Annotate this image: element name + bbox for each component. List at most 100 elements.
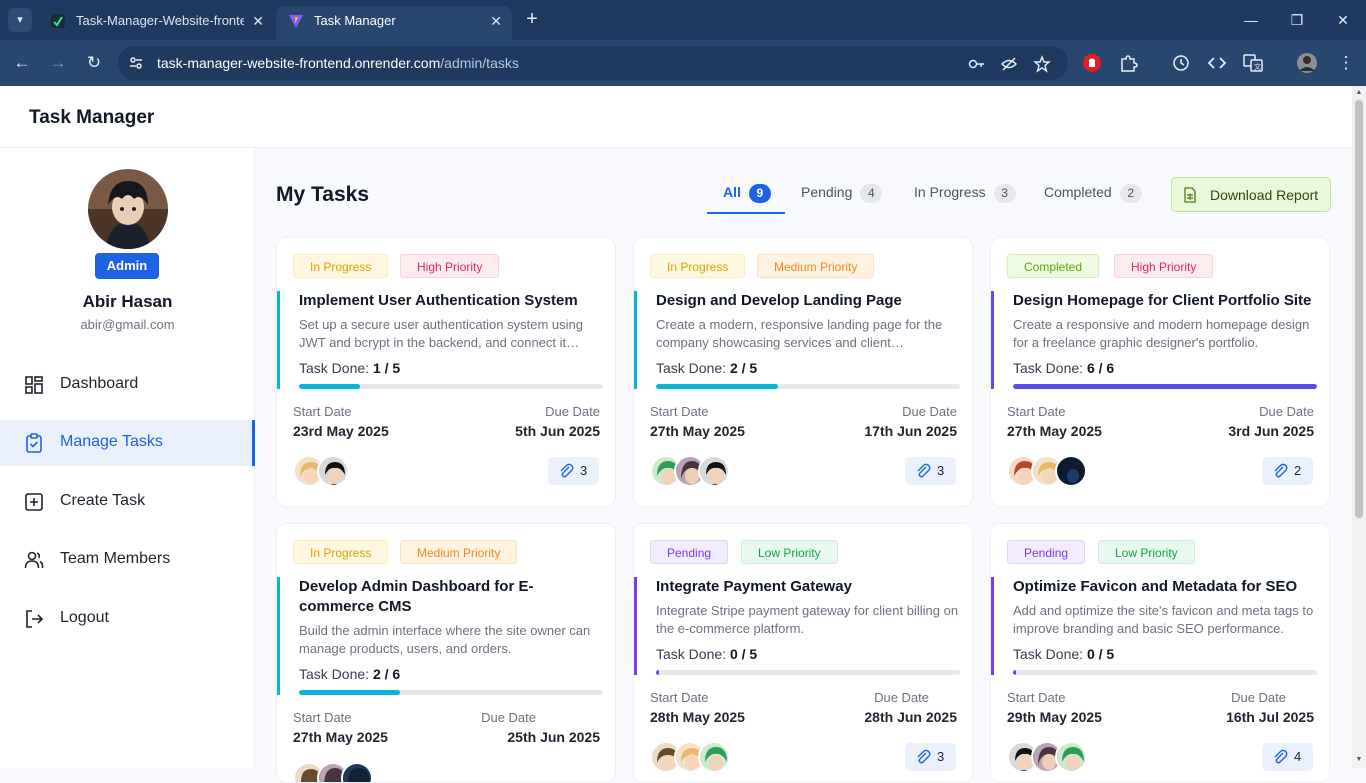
scroll-up-arrow-icon[interactable]: ▲ [1355,89,1363,97]
scrollbar-thumb[interactable] [1355,100,1363,518]
profile-avatar-icon[interactable] [1296,52,1318,74]
progress-bar [656,670,960,675]
start-date-label: Start Date [1007,690,1066,705]
task-card-body: Design and Develop Landing Page Create a… [634,291,972,389]
browser-menu-icon[interactable]: ⋮ [1334,51,1358,75]
task-done-label: Task Done: [1013,360,1084,376]
address-bar[interactable]: task-manager-website-frontend.onrender.c… [118,46,1068,80]
task-description: Integrate Stripe payment gateway for cli… [656,603,959,636]
attachment-count[interactable]: 3 [905,743,956,771]
tab-title: Task Manager [314,13,396,28]
code-icon[interactable] [1206,52,1228,74]
progress-fill [656,384,778,389]
close-tab-icon[interactable]: ✕ [490,6,502,36]
bookmark-star-icon[interactable] [1033,55,1051,73]
task-done: Task Done: 6 / 6 [1013,360,1329,376]
attachment-count[interactable]: 3 [905,457,956,485]
start-date: 27th May 2025 [650,423,745,439]
task-card[interactable]: In Progress High Priority Implement User… [276,237,616,507]
sidebar-item-manage-tasks[interactable]: Manage Tasks [0,420,255,466]
browser-tab-inactive[interactable]: Task-Manager-Website-fronten ✕ [38,6,274,40]
sidebar-item-label: Team Members [60,550,171,567]
due-date: 25th Jun 2025 [507,729,600,745]
task-dates: Start Date 27th May 2025 Due Date 3rd Ju… [1007,404,1314,448]
browser-toolbar: ← → ↻ task-manager-website-frontend.onre… [0,40,1366,86]
translate-icon[interactable]: 文 [1242,52,1264,74]
sidebar-item-label: Manage Tasks [60,433,163,450]
url-host: task-manager-website-frontend.onrender.c… [157,55,441,71]
task-done-value: 0 / 5 [1086,646,1115,662]
assignee-avatar [698,741,730,773]
due-date-label: Due Date [481,710,536,725]
filter-label: Pending [801,184,853,200]
eye-off-icon[interactable] [1000,55,1018,73]
start-date-label: Start Date [293,710,352,725]
paperclip-icon [1274,463,1288,478]
app-title: Task Manager [29,107,155,128]
attachment-count[interactable]: 4 [1262,743,1313,771]
priority-badge: Medium Priority [757,254,875,278]
forward-arrow-icon[interactable]: → [46,51,70,75]
new-tab-plus-icon[interactable]: + [520,8,544,32]
tab-search-chevron-icon[interactable]: ▾ [8,8,32,32]
task-card[interactable]: Pending Low Priority Integrate Payment G… [633,523,973,783]
due-date: 28th Jun 2025 [864,709,957,725]
sidebar-item-create-task[interactable]: Create Task [0,479,255,525]
site-info-icon[interactable] [128,55,144,71]
page: Task Manager Admin Abir Hasan abir@gmail… [0,86,1352,783]
task-card[interactable]: In Progress Medium Priority Develop Admi… [276,523,616,783]
assignee-avatar [698,455,730,487]
task-title: Design and Develop Landing Page [656,292,902,309]
task-title: Optimize Favicon and Metadata for SEO [1013,578,1298,595]
scroll-down-arrow-icon[interactable]: ▼ [1355,756,1363,764]
sidebar-item-logout[interactable]: Logout [0,596,255,642]
password-key-icon[interactable] [968,55,986,73]
task-description: Add and optimize the site's favicon and … [1013,603,1314,636]
render-favicon-icon [51,14,65,28]
tab-all[interactable]: All 9 [707,184,785,214]
restore-icon[interactable]: ❐ [1282,8,1312,32]
tab-title: Task-Manager-Website-fronten [76,13,244,28]
browser-tab-active[interactable]: Task Manager ✕ [276,6,512,40]
due-date-label: Due Date [902,404,957,419]
tab-pending[interactable]: Pending 4 [801,184,883,214]
task-dates: Start Date 23rd May 2025 Due Date 5th Ju… [293,404,600,448]
page-scrollbar[interactable]: ▲ ▼ [1352,86,1366,768]
attachment-count[interactable]: 3 [548,457,599,485]
sidebar-item-label: Create Task [60,492,146,509]
history-icon[interactable] [1170,52,1192,74]
tab-completed[interactable]: Completed 2 [1044,184,1142,214]
paperclip-icon [917,463,931,478]
task-card[interactable]: In Progress Medium Priority Design and D… [633,237,973,507]
reload-icon[interactable]: ↻ [82,51,106,75]
extension-red-icon[interactable] [1081,52,1103,74]
sidebar-item-team-members[interactable]: Team Members [0,537,255,583]
task-card-body: Integrate Payment Gateway Integrate Stri… [634,577,972,675]
paperclip-icon [917,749,931,764]
start-date: 27th May 2025 [1007,423,1102,439]
status-badge: Pending [1007,540,1086,564]
attachment-count[interactable]: 2 [1262,457,1313,485]
priority-badge: High Priority [1114,254,1214,278]
attachment-count-value: 4 [1294,749,1302,764]
start-date: 29th May 2025 [1007,709,1102,725]
task-dates: Start Date 27th May 2025 Due Date 25th J… [293,710,600,754]
close-tab-icon[interactable]: ✕ [252,6,264,36]
close-window-icon[interactable]: ✕ [1328,8,1358,32]
task-done-label: Task Done: [299,666,370,682]
priority-badge: High Priority [400,254,500,278]
task-card[interactable]: Pending Low Priority Optimize Favicon an… [990,523,1330,783]
task-done-label: Task Done: [656,646,727,662]
sidebar-item-label: Dashboard [60,375,139,392]
tab-in-progress[interactable]: In Progress 3 [914,184,1016,214]
minimize-icon[interactable]: — [1236,8,1266,32]
status-badge: In Progress [293,540,389,564]
task-card[interactable]: Completed High Priority Design Homepage … [990,237,1330,507]
assignee-avatar [1055,455,1087,487]
sidebar-item-dashboard[interactable]: Dashboard [0,362,255,408]
puzzle-extensions-icon[interactable] [1117,52,1139,74]
download-report-button[interactable]: Download Report [1171,177,1331,212]
task-description: Create a responsive and modern homepage … [1013,317,1310,350]
back-arrow-icon[interactable]: ← [10,51,34,75]
task-dates: Start Date 28th May 2025 Due Date 28th J… [650,690,957,734]
